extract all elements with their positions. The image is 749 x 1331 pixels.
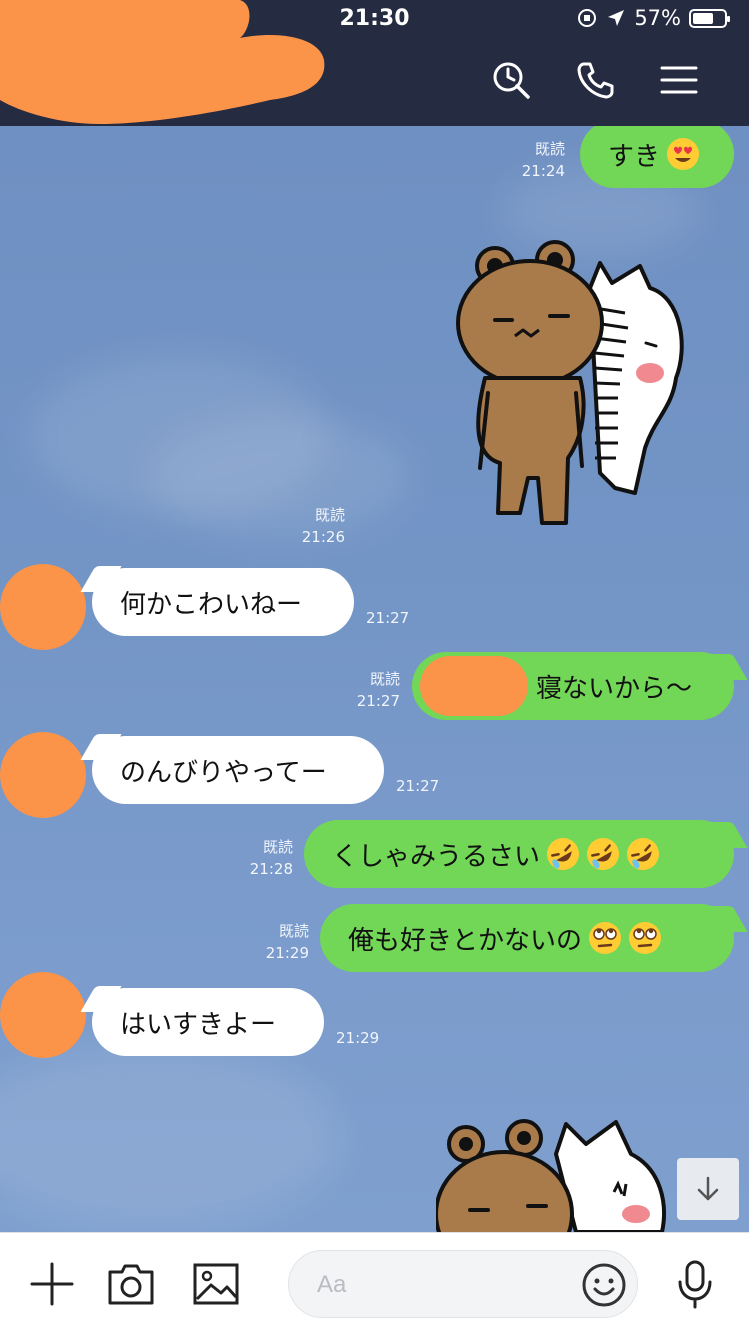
header-actions [491, 60, 699, 100]
message-bubble[interactable]: 寝ないから〜 [412, 652, 734, 720]
message-time: 21:27 [356, 692, 400, 710]
image-icon[interactable] [191, 1259, 241, 1309]
message-bubble[interactable]: くしゃみうるさい [304, 820, 734, 888]
read-receipt: 既読 [314, 506, 345, 524]
message-text: はいすきよー [120, 1009, 277, 1040]
battery-percent: 57% [634, 6, 681, 30]
rofl-emoji [547, 838, 580, 870]
avatar[interactable] [0, 972, 86, 1058]
message-time: 21:26 [301, 528, 345, 546]
eye-roll-emoji [629, 922, 662, 954]
message-bubble[interactable]: 何かこわいねー [92, 568, 354, 636]
message-time: 21:27 [366, 609, 410, 627]
arrow-down-icon [697, 1176, 719, 1201]
message-time: 21:28 [249, 860, 293, 878]
message-bubble[interactable]: 俺も好きとかないの [320, 904, 734, 972]
redacted-name [420, 656, 528, 716]
heart-eyes-emoji [667, 138, 700, 170]
read-receipt: 既読 [262, 838, 293, 856]
avatar[interactable] [0, 564, 86, 650]
message-text: 俺も好きとかないの [348, 925, 583, 956]
message-bubble[interactable]: すき [580, 126, 734, 188]
rofl-emoji [627, 838, 660, 870]
avatar[interactable] [0, 732, 86, 818]
message-text: 寝ないから〜 [536, 673, 693, 704]
read-receipt: 既読 [369, 670, 400, 688]
message-meta: 既読 21:28 [250, 836, 293, 880]
plus-icon[interactable] [27, 1259, 77, 1309]
message-time: 21:29 [265, 944, 309, 962]
message-bubble[interactable]: はいすきよー [92, 988, 324, 1056]
read-receipt: 既読 [534, 140, 565, 158]
search-icon[interactable] [491, 60, 531, 100]
menu-icon[interactable] [659, 60, 699, 100]
background-cloud [150, 416, 410, 536]
chat-header: 21:30 57% [0, 0, 749, 126]
phone-icon[interactable] [575, 60, 615, 100]
message-input-bar: Aa [0, 1232, 749, 1331]
message-meta: 既読 21:26 [302, 504, 345, 548]
read-receipt: 既読 [278, 922, 309, 940]
message-input[interactable]: Aa [288, 1250, 638, 1318]
scroll-to-bottom-button[interactable] [677, 1158, 739, 1220]
message-text: すき [608, 141, 661, 172]
chat-area[interactable]: 既読 21:24 すき 既読 21:26 何かこわいねー 21:27 既読 21… [0, 126, 749, 1232]
message-meta: 既読 21:24 [522, 138, 565, 182]
location-arrow-icon [608, 10, 625, 26]
message-text: 何かこわいねー [120, 589, 303, 620]
battery-icon [689, 8, 730, 28]
message-text: のんびりやってー [120, 757, 327, 788]
message-time: 21:29 [336, 1029, 380, 1047]
microphone-icon[interactable] [670, 1259, 720, 1309]
camera-icon[interactable] [106, 1259, 156, 1309]
bear-and-rabbit-sticker[interactable] [450, 238, 690, 528]
message-time: 21:24 [521, 162, 565, 180]
message-text: くしゃみうるさい [332, 841, 541, 872]
smiley-icon[interactable] [581, 1262, 627, 1308]
eye-roll-emoji [589, 922, 622, 954]
message-meta: 既読 21:27 [357, 668, 400, 712]
status-right: 57% [576, 6, 730, 30]
background-cloud [0, 1046, 340, 1226]
message-time: 21:27 [396, 777, 440, 795]
message-input-placeholder: Aa [317, 1271, 347, 1298]
rofl-emoji [587, 838, 620, 870]
message-bubble[interactable]: のんびりやってー [92, 736, 384, 804]
orientation-lock-icon [578, 9, 597, 27]
bear-and-rabbit-sticker-partial[interactable] [436, 1114, 676, 1232]
message-meta: 既読 21:29 [266, 920, 309, 964]
